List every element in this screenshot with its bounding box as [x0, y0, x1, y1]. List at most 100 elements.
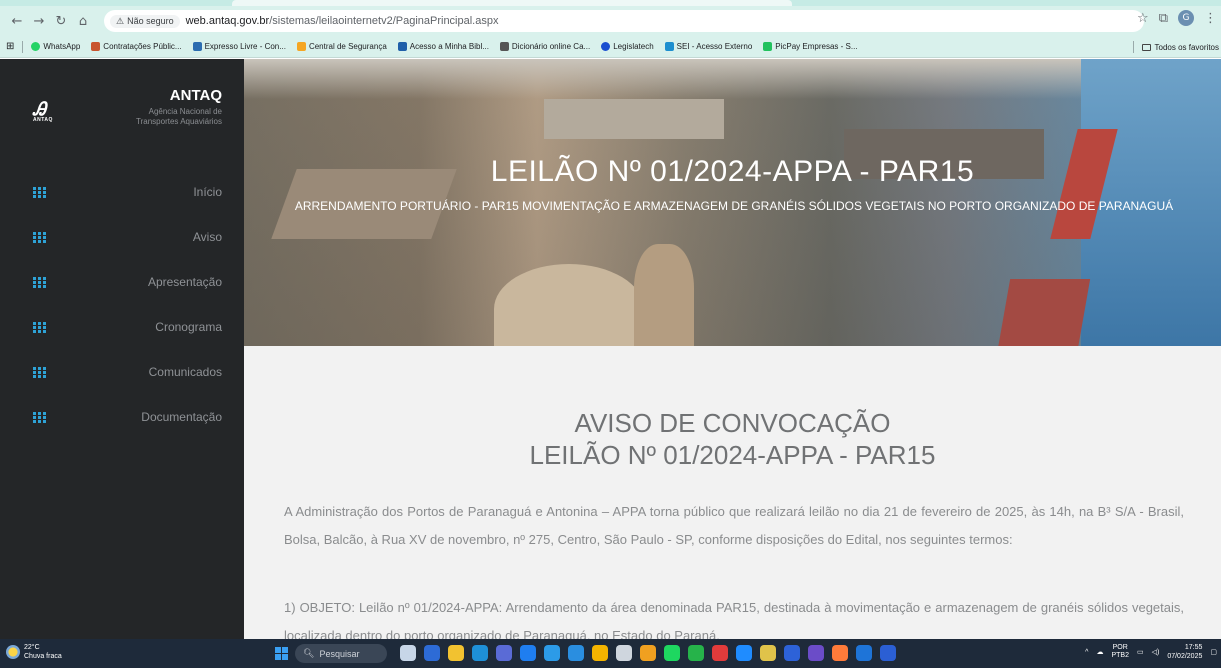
taskbar-app-icon[interactable]	[448, 645, 464, 661]
taskbar-app-icon[interactable]	[760, 645, 776, 661]
taskbar-app-icon[interactable]	[856, 645, 872, 661]
taskbar-apps	[400, 645, 896, 661]
logo-text: ANTAQ	[33, 117, 53, 123]
notice-paragraph: A Administração dos Portos de Paranaguá …	[284, 504, 1184, 547]
bookmark-favicon	[296, 42, 306, 51]
hero-photo-silo	[634, 244, 694, 346]
address-bar[interactable]: ⚠ Não seguro web.antaq.gov.br/sistemas/l…	[104, 10, 1144, 32]
hero-photo-ship	[997, 279, 1091, 346]
url-path: /sistemas/leilaointernetv2/PaginaPrincip…	[269, 15, 499, 27]
clock-time: 17:55	[1184, 644, 1203, 651]
taskbar-app-icon[interactable]	[640, 645, 656, 661]
clock[interactable]: 17:55 07/02/2025	[1167, 643, 1202, 661]
warning-icon: ⚠	[116, 15, 125, 26]
sidebar-item-label: Cronograma	[155, 319, 222, 334]
taskbar-app-icon[interactable]	[496, 645, 512, 661]
star-icon[interactable]: ☆	[1137, 11, 1149, 26]
display-icon[interactable]: ▭	[1137, 648, 1144, 656]
weather-icon	[6, 645, 20, 659]
bookmark-item[interactable]: Central de Segurança	[296, 42, 387, 51]
sidebar-item-label: Documentação	[141, 409, 222, 424]
taskbar-app-icon[interactable]	[664, 645, 680, 661]
notice-heading: AVISO DE CONVOCAÇÃO	[574, 408, 891, 438]
bookmark-favicon	[664, 42, 674, 51]
sidebar-item-cronograma[interactable]: Cronograma	[0, 304, 244, 349]
grid-icon	[33, 231, 46, 243]
bookmark-favicon	[31, 42, 41, 51]
weather-temp: 22°C	[24, 644, 40, 651]
reload-icon[interactable]: ↻	[50, 10, 72, 32]
menu-icon[interactable]: ⋮	[1204, 11, 1217, 26]
notice-subheading: LEILÃO Nº 01/2024-APPA - PAR15	[529, 440, 936, 470]
taskbar-app-icon[interactable]	[520, 645, 536, 661]
sidebar-item-comunicados[interactable]: Comunicados	[0, 349, 244, 394]
forward-icon[interactable]: →	[28, 10, 50, 32]
bookmark-favicon	[499, 42, 509, 51]
windows-taskbar: 22°C Chuva fraca 🔍︎ Pesquisar ^ ☁ POR PT…	[0, 639, 1221, 668]
taskbar-app-icon[interactable]	[616, 645, 632, 661]
url-host: web.antaq.gov.br	[185, 15, 270, 27]
bookmark-item[interactable]: Contratações Públic...	[91, 42, 182, 51]
taskbar-app-icon[interactable]	[592, 645, 608, 661]
system-tray: ^ ☁ POR PTB2 ▭ ◁) 17:55 07/02/2025 ▢	[1085, 643, 1217, 661]
taskbar-app-icon[interactable]	[400, 645, 416, 661]
language-indicator[interactable]: POR PTB2	[1111, 644, 1129, 660]
taskbar-app-icon[interactable]	[736, 645, 752, 661]
taskbar-app-icon[interactable]	[832, 645, 848, 661]
taskbar-app-icon[interactable]	[784, 645, 800, 661]
bookmark-item[interactable]: Dicionário online Ca...	[499, 42, 590, 51]
cloud-icon[interactable]: ☁	[1096, 648, 1103, 656]
profile-avatar[interactable]: G	[1178, 10, 1194, 26]
security-label: Não seguro	[127, 16, 174, 26]
sidebar: Ꭿ ANTAQ ANTAQ Agência Nacional de Transp…	[0, 59, 244, 639]
bookmark-favicon	[192, 42, 202, 51]
bookmark-item[interactable]: Legislatech	[601, 42, 654, 51]
antaq-logo[interactable]: Ꭿ ANTAQ	[33, 99, 53, 123]
taskbar-app-icon[interactable]	[880, 645, 896, 661]
taskbar-app-icon[interactable]	[544, 645, 560, 661]
bookmarks-divider	[1132, 41, 1134, 53]
main-content: AVISO DE CONVOCAÇÃO LEILÃO Nº 01/2024-AP…	[244, 346, 1221, 639]
taskbar-app-icon[interactable]	[568, 645, 584, 661]
sidebar-item-label: Comunicados	[148, 364, 222, 379]
taskbar-app-icon[interactable]	[808, 645, 824, 661]
bookmark-item[interactable]: PicPay Empresas - S...	[763, 42, 858, 51]
bookmark-item[interactable]: Acesso a Minha Bibl...	[397, 42, 489, 51]
home-icon[interactable]: ⌂	[72, 10, 94, 32]
notice-paragraph: 1) OBJETO: Leilão nº 01/2024-APPA: Arren…	[284, 600, 1184, 639]
taskbar-search[interactable]: 🔍︎ Pesquisar	[295, 644, 387, 663]
hero-banner: LEILÃO Nº 01/2024-APPA - PAR15 ARRENDAME…	[244, 59, 1221, 346]
volume-icon[interactable]: ◁)	[1152, 648, 1160, 656]
taskbar-app-icon[interactable]	[688, 645, 704, 661]
all-bookmarks[interactable]: Todos os favoritos	[1132, 41, 1219, 53]
taskbar-app-icon[interactable]	[424, 645, 440, 661]
clock-date: 07/02/2025	[1167, 653, 1203, 660]
weather-widget[interactable]: 22°C Chuva fraca	[6, 643, 62, 661]
sidebar-item-apresentacao[interactable]: Apresentação	[0, 259, 244, 304]
back-icon[interactable]: ←	[6, 10, 28, 32]
windows-start-icon[interactable]	[275, 647, 288, 660]
bookmark-favicon	[763, 42, 773, 51]
sidebar-item-documentacao[interactable]: Documentação	[0, 394, 244, 439]
chevron-up-icon[interactable]: ^	[1085, 649, 1088, 656]
bookmark-item[interactable]: SEI - Acesso Externo	[664, 42, 752, 51]
search-icon: 🔍︎	[303, 648, 315, 658]
hero-photo-sky	[244, 59, 1221, 99]
taskbar-app-icon[interactable]	[472, 645, 488, 661]
extensions-icon[interactable]: ⧉	[1159, 11, 1168, 26]
brand-block: ANTAQ Agência Nacional de Transportes Aq…	[136, 87, 222, 127]
hero-subtitle: ARRENDAMENTO PORTUÁRIO - PAR15 MOVIMENTA…	[294, 199, 1174, 213]
hero-title: LEILÃO Nº 01/2024-APPA - PAR15	[490, 155, 975, 188]
grid-icon	[33, 366, 46, 378]
sidebar-item-inicio[interactable]: Início	[0, 169, 244, 214]
sidebar-item-aviso[interactable]: Aviso	[0, 214, 244, 259]
apps-grid-icon[interactable]: ⊞	[6, 41, 14, 52]
hero-photo-silo	[494, 264, 644, 346]
brand-title: ANTAQ	[169, 87, 222, 104]
bookmark-item[interactable]: WhatsApp	[31, 42, 80, 51]
notification-icon[interactable]: ▢	[1210, 648, 1217, 656]
sidebar-item-label: Aviso	[192, 229, 222, 244]
bookmark-item[interactable]: Expresso Livre - Con...	[192, 42, 286, 51]
security-indicator[interactable]: ⚠ Não seguro	[110, 14, 180, 28]
taskbar-app-icon[interactable]	[712, 645, 728, 661]
